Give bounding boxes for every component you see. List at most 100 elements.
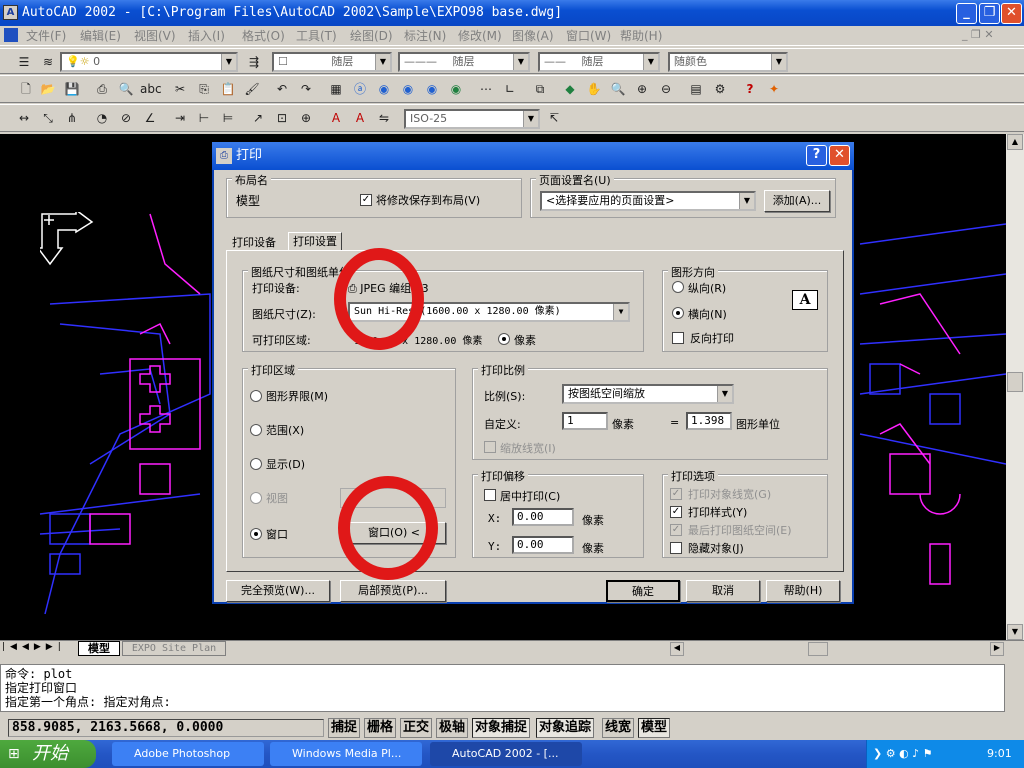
dialog-help-button[interactable]: ?: [806, 145, 827, 166]
command-scrollbar[interactable]: [1006, 664, 1024, 712]
scroll-thumb[interactable]: [1007, 372, 1023, 392]
extents-radio[interactable]: [250, 424, 262, 436]
minimize-button[interactable]: _: [956, 3, 977, 24]
full-preview-button[interactable]: 完全预览(W)...: [226, 580, 330, 602]
layer-combo[interactable]: 💡☼ 0 ▼: [60, 52, 238, 72]
dim-style-icon[interactable]: ↸: [544, 108, 564, 128]
tab-plot-settings[interactable]: 打印设置: [288, 232, 342, 250]
hscroll-right-icon[interactable]: ▶: [990, 642, 1004, 656]
3d-orbit-icon[interactable]: ◆: [560, 79, 580, 99]
portrait-radio[interactable]: [672, 281, 684, 293]
menu-draw[interactable]: 绘图(D): [346, 28, 397, 44]
dim-edit-icon[interactable]: A: [326, 108, 346, 128]
hscroll-thumb[interactable]: [808, 642, 828, 656]
command-window[interactable]: 命令: plot 指定打印窗口 指定第一个角点: 指定对角点:: [0, 664, 1005, 712]
maximize-button[interactable]: ❐: [979, 3, 1000, 24]
plot-styles-checkbox[interactable]: ✓: [670, 506, 682, 518]
today-icon[interactable]: ◉: [446, 79, 466, 99]
limits-radio[interactable]: [250, 390, 262, 402]
scale-lineweights-checkbox[interactable]: [484, 441, 496, 453]
partial-preview-button[interactable]: 局部预览(P)...: [340, 580, 446, 602]
dim-text-edit-icon[interactable]: A: [350, 108, 370, 128]
autocad-app-icon[interactable]: A: [3, 5, 18, 20]
menu-tools[interactable]: 工具(T): [292, 28, 341, 44]
save-to-layout-checkbox[interactable]: ✓: [360, 194, 372, 206]
hide-objects-checkbox[interactable]: [670, 542, 682, 554]
undo-icon[interactable]: ↶: [272, 79, 292, 99]
scale-select[interactable]: 按图纸空间缩放 ▼: [562, 384, 734, 404]
reverse-plot-checkbox[interactable]: [672, 332, 684, 344]
tray-icons[interactable]: ❯ ⚙ ◐ ♪ ⚑: [873, 740, 933, 768]
plot-icon[interactable]: ⎙: [92, 79, 112, 99]
osnap-button[interactable]: 对象捕捉: [472, 718, 531, 738]
model-button[interactable]: 模型: [638, 718, 671, 738]
doc-window-controls[interactable]: _ ❐ ✕: [962, 28, 994, 41]
adcenter-icon[interactable]: ⚙: [710, 79, 730, 99]
menu-format[interactable]: 格式(O): [238, 28, 289, 44]
grid-button[interactable]: 栅格: [364, 718, 397, 738]
dialog-close-button[interactable]: ✕: [829, 145, 850, 166]
ok-button[interactable]: 确定: [606, 580, 680, 602]
tolerance-icon[interactable]: ⊡: [272, 108, 292, 128]
tracking-icon[interactable]: ⋯: [476, 79, 496, 99]
open-icon[interactable]: 📂: [38, 79, 58, 99]
save-icon[interactable]: 💾: [62, 79, 82, 99]
close-button[interactable]: ✕: [1001, 3, 1022, 24]
linetype-combo[interactable]: ——— 随层 ▼: [398, 52, 530, 72]
menu-file[interactable]: 文件(F): [22, 28, 70, 44]
design-center-icon[interactable]: ▦: [326, 79, 346, 99]
match-properties-icon[interactable]: 🖌: [242, 79, 262, 99]
landscape-radio[interactable]: [672, 307, 684, 319]
ucs-icon[interactable]: ∟: [500, 79, 520, 99]
zoom-realtime-icon[interactable]: 🔍: [608, 79, 628, 99]
web-icon[interactable]: ◉: [374, 79, 394, 99]
layer-manager-icon[interactable]: ☰: [14, 52, 34, 72]
menu-view[interactable]: 视图(V): [130, 28, 180, 44]
aligned-dim-icon[interactable]: ⤡: [38, 108, 58, 128]
menu-modify[interactable]: 修改(M): [454, 28, 506, 44]
quick-dim-icon[interactable]: ⇥: [170, 108, 190, 128]
lineweight-button[interactable]: 线宽: [602, 718, 635, 738]
menu-image[interactable]: 图像(A): [508, 28, 558, 44]
menu-dimension[interactable]: 标注(N): [400, 28, 450, 44]
dim-update-icon[interactable]: ⇋: [374, 108, 394, 128]
make-current-layer-icon[interactable]: ⇶: [244, 52, 264, 72]
drawing-units-input[interactable]: 1.398: [686, 412, 732, 430]
otrack-button[interactable]: 对象追踪: [536, 718, 595, 738]
publish-icon[interactable]: ◉: [398, 79, 418, 99]
scroll-up-icon[interactable]: ▲: [1007, 134, 1023, 150]
plotstyle-combo[interactable]: 随颜色 ▼: [668, 52, 788, 72]
snap-button[interactable]: 捕捉: [328, 718, 361, 738]
help-icon[interactable]: ?: [740, 79, 760, 99]
menu-window[interactable]: 窗口(W): [562, 28, 615, 44]
tab-model[interactable]: 模型: [78, 641, 120, 656]
document-icon[interactable]: [4, 28, 18, 42]
zoom-previous-icon[interactable]: ⊖: [656, 79, 676, 99]
copy-icon[interactable]: ⎘: [194, 79, 214, 99]
tab-nav-arrows[interactable]: |◀◀▶▶|: [2, 642, 66, 652]
linear-dim-icon[interactable]: ↔: [14, 108, 34, 128]
plot-lineweights-checkbox[interactable]: ✓: [670, 488, 682, 500]
menu-edit[interactable]: 编辑(E): [76, 28, 125, 44]
plot-paperspace-last-checkbox[interactable]: ✓: [670, 524, 682, 536]
menu-insert[interactable]: 插入(I): [184, 28, 229, 44]
help-button[interactable]: 帮助(H): [766, 580, 840, 602]
diameter-dim-icon[interactable]: ⊘: [116, 108, 136, 128]
task-photoshop[interactable]: Adobe Photoshop: [112, 742, 264, 766]
dimstyle-combo[interactable]: ISO-25 ▼: [404, 109, 540, 129]
pan-icon[interactable]: ✋: [584, 79, 604, 99]
leader-icon[interactable]: ↗: [248, 108, 268, 128]
menu-help[interactable]: 帮助(H): [616, 28, 666, 44]
zoom-window-icon[interactable]: ⊕: [632, 79, 652, 99]
preview-icon[interactable]: 🔍: [116, 79, 136, 99]
ortho-button[interactable]: 正交: [400, 718, 433, 738]
angular-dim-icon[interactable]: ∠: [140, 108, 160, 128]
new-icon[interactable]: 🗋: [16, 79, 36, 99]
task-autocad[interactable]: AutoCAD 2002 - [...: [430, 742, 582, 766]
vertical-scrollbar[interactable]: ▲ ▼: [1006, 134, 1024, 640]
named-views-icon[interactable]: ⧉: [530, 79, 550, 99]
y-offset-input[interactable]: 0.00: [512, 536, 574, 554]
hscroll-left-icon[interactable]: ◀: [670, 642, 684, 656]
cut-icon[interactable]: ✂: [170, 79, 190, 99]
cancel-button[interactable]: 取消: [686, 580, 760, 602]
